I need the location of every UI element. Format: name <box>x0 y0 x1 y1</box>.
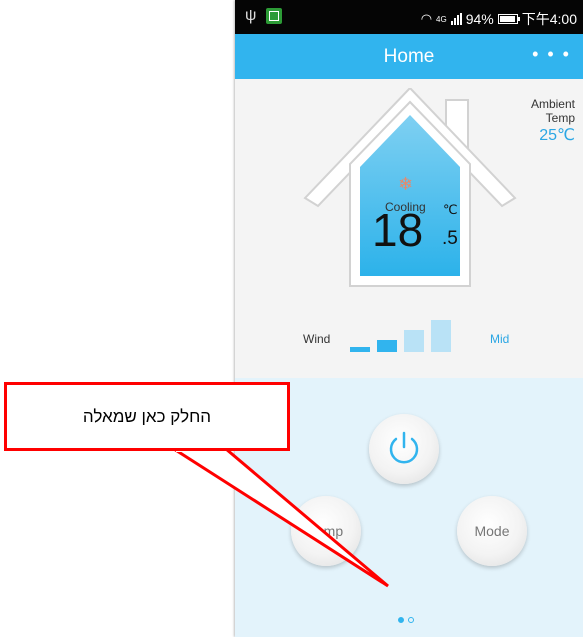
annotation-callout: החלק כאן שמאלה <box>4 382 290 451</box>
callout-tail <box>168 446 389 588</box>
